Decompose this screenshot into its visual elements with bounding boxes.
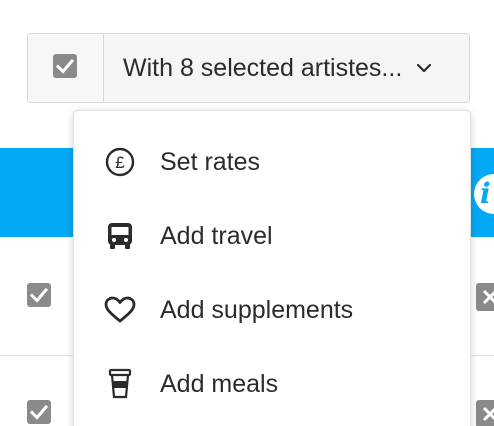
close-icon [482, 406, 494, 422]
chevron-down-icon [417, 63, 432, 73]
checkmark-icon [29, 404, 49, 420]
select-all-checkbox[interactable] [53, 54, 77, 78]
bulk-actions-dropdown[interactable]: With 8 selected artistes... [104, 34, 469, 102]
pound-coin-icon: £ [104, 146, 136, 178]
menu-item-add-travel[interactable]: Add travel [74, 206, 470, 266]
bulk-actions-label: With 8 selected artistes... [123, 53, 403, 82]
coffee-cup-icon [104, 368, 136, 400]
menu-item-add-supplements[interactable]: Add supplements [74, 280, 470, 340]
menu-item-label: Add supplements [160, 295, 354, 324]
menu-item-label: Set rates [160, 147, 261, 176]
menu-item-label: Add meals [160, 369, 279, 398]
remove-row-button[interactable] [476, 400, 494, 426]
menu-item-add-meals[interactable]: Add meals [74, 354, 470, 414]
select-all-cell [28, 34, 104, 102]
bulk-actions-menu: £ Set rates Add travel Add supplements A… [73, 110, 471, 426]
checkmark-icon [29, 287, 49, 303]
bulk-action-bar: With 8 selected artistes... [27, 33, 470, 103]
row-checkbox[interactable] [27, 283, 51, 307]
svg-text:£: £ [115, 153, 125, 172]
close-icon [482, 289, 494, 305]
menu-item-label: Add travel [160, 221, 273, 250]
menu-item-set-rates[interactable]: £ Set rates [74, 132, 470, 192]
remove-row-button[interactable] [476, 283, 494, 311]
checkmark-icon [55, 58, 75, 74]
heart-icon [104, 294, 136, 326]
page: i With 8 selected artistes... £ Set rate… [0, 0, 494, 426]
row-checkbox[interactable] [27, 400, 51, 424]
bus-icon [104, 220, 136, 252]
